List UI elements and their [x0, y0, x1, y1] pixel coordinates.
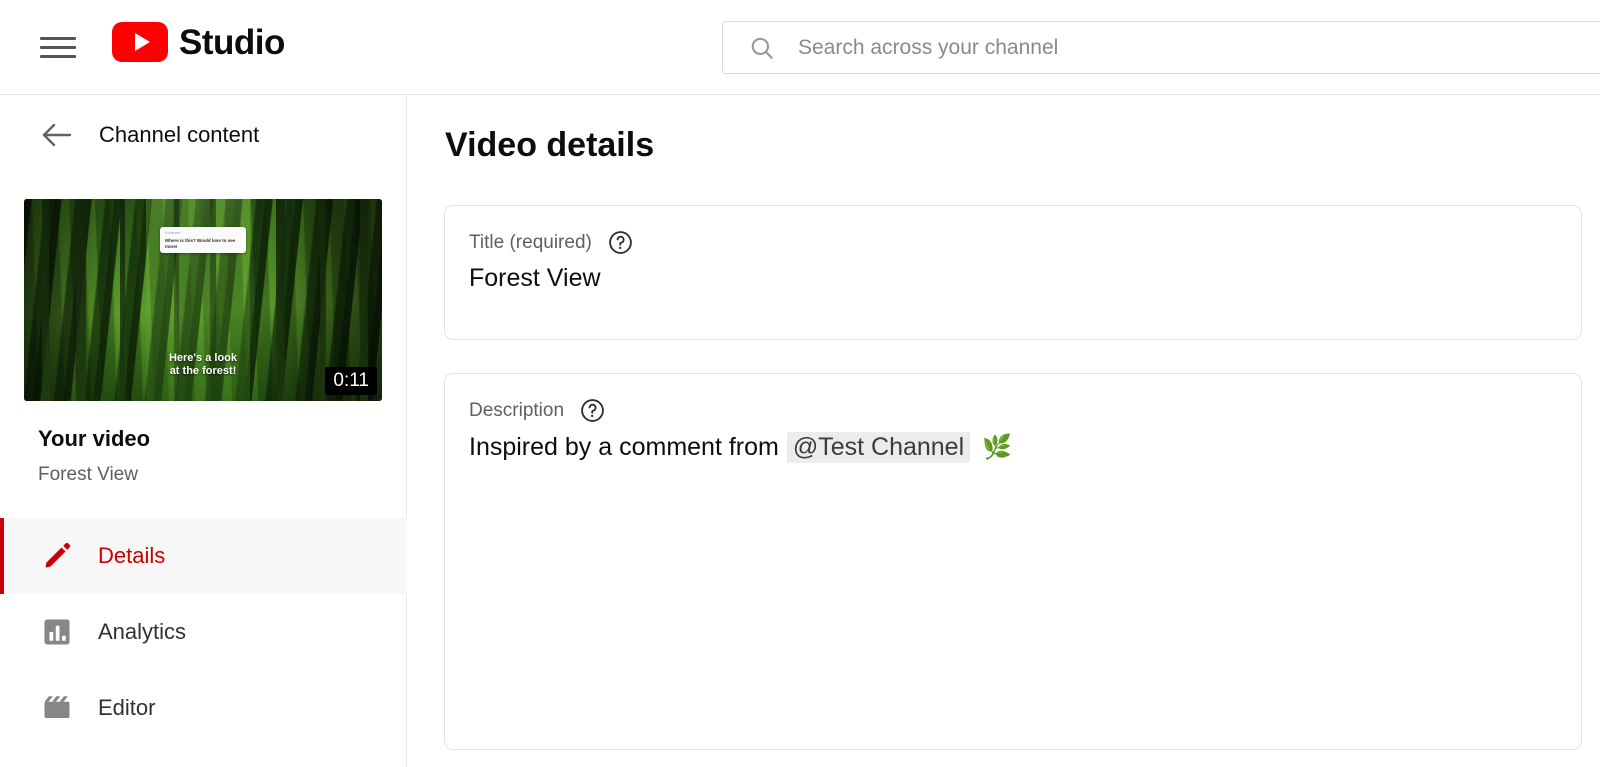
video-nav-list: Details Analytics Editor	[0, 518, 407, 746]
comment-card-body: Where is this? Would love to see more!	[165, 237, 236, 250]
thumbnail-caption: Here's a look at the forest!	[157, 352, 249, 380]
description-field-value[interactable]: Inspired by a comment from @Test Channel…	[469, 432, 1012, 463]
description-field-label-row: Description	[469, 398, 605, 423]
title-field-label: Title (required)	[469, 231, 592, 253]
tree-trunk	[76, 199, 86, 401]
your-video-heading: Your video	[38, 426, 151, 451]
sidebar-item-label: Analytics	[98, 619, 187, 644]
thumbnail-caption-line-1: Here's a look	[168, 351, 238, 364]
search-input[interactable]: Search across your channel	[722, 21, 1600, 74]
main-content: Video details Title (required) Forest Vi…	[408, 96, 1600, 767]
description-field-card[interactable]: Description Inspired by a comment from @…	[444, 373, 1582, 750]
play-triangle-icon	[134, 33, 150, 51]
clapperboard-icon	[40, 691, 74, 725]
youtube-play-logo-icon	[112, 22, 168, 62]
thumbnail-comment-card: Comment Where is this? Would love to see…	[160, 227, 246, 253]
video-thumbnail[interactable]: Comment Where is this? Would love to see…	[24, 199, 382, 401]
sidebar-item-details[interactable]: Details	[0, 518, 407, 594]
hamburger-bar	[40, 54, 76, 58]
sidebar-item-analytics[interactable]: Analytics	[0, 594, 407, 670]
sidebar-item-label: Editor	[98, 695, 156, 720]
comment-card-header: Comment	[165, 231, 181, 235]
tree-trunk	[276, 199, 285, 401]
video-meta: Your video Forest View	[38, 426, 150, 486]
channel-mention-chip[interactable]: @Test Channel	[786, 432, 971, 463]
tree-trunk	[42, 199, 49, 401]
brand-text: Studio	[179, 22, 285, 62]
title-field-label-row: Title (required)	[469, 230, 633, 255]
back-to-channel-content-button[interactable]: Channel content	[0, 122, 259, 148]
hamburger-bar	[40, 36, 76, 40]
pencil-icon	[40, 539, 74, 573]
video-sidebar: Channel content Comment Where is this? W…	[0, 96, 407, 767]
herb-emoji-icon: 🌿	[982, 434, 1013, 461]
tree-trunk	[120, 199, 125, 401]
video-title-text: Forest View	[38, 464, 138, 485]
page-title: Video details	[445, 126, 655, 164]
description-text-prefix: Inspired by a comment from	[469, 433, 779, 461]
description-field-label: Description	[469, 399, 565, 421]
studio-brand-logo[interactable]: Studio	[112, 22, 285, 62]
bar-chart-icon	[40, 615, 74, 649]
sidebar-header-label: Channel content	[99, 122, 260, 147]
search-placeholder-text: Search across your channel	[798, 35, 1059, 59]
sidebar-item-editor[interactable]: Editor	[0, 670, 407, 746]
back-arrow-icon	[42, 123, 72, 147]
hamburger-bar	[40, 45, 76, 49]
search-icon	[751, 37, 773, 59]
title-field-card[interactable]: Title (required) Forest View	[444, 205, 1582, 340]
thumbnail-caption-line-2: at the forest!	[169, 365, 237, 378]
help-circle-icon[interactable]	[580, 398, 605, 423]
help-circle-icon[interactable]	[608, 230, 633, 255]
hamburger-menu-icon[interactable]	[40, 30, 76, 64]
sidebar-item-label: Details	[98, 543, 166, 568]
video-duration-badge: 0:11	[325, 367, 377, 395]
top-app-bar: Studio Search across your channel	[0, 0, 1600, 95]
title-field-value[interactable]: Forest View	[469, 264, 601, 293]
